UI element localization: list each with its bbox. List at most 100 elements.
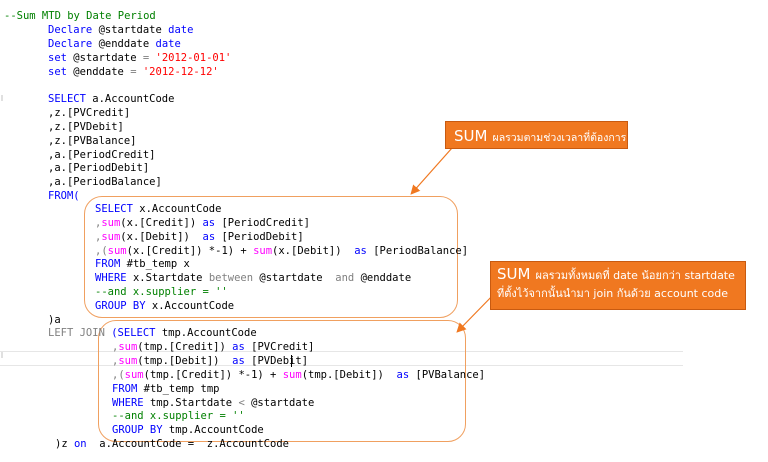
- punct: ,(: [112, 369, 125, 381]
- code-line: ,sum(x.[Credit]) as [PeriodCredit]: [95, 217, 310, 230]
- expr: (tmp.[Debit]): [301, 369, 384, 381]
- expr: tmp.Startdate: [149, 397, 233, 409]
- table: #tb_temp tmp: [143, 383, 220, 395]
- expr: (x.[Credit]): [120, 217, 197, 229]
- type: date: [168, 24, 194, 36]
- code-line: GROUP BY x.AccountCode: [95, 300, 234, 313]
- operator: =: [142, 52, 150, 64]
- variable: @enddate: [73, 66, 124, 78]
- expr: a.AccountCode =: [99, 438, 195, 450]
- keyword: set: [48, 52, 67, 64]
- code-line: ,a.[PeriodBalance]: [48, 176, 162, 188]
- keyword: WHERE: [95, 272, 127, 284]
- code-line: )z on a.AccountCode = z.AccountCode: [55, 438, 289, 451]
- code-line: Declare @startdate date: [48, 24, 193, 37]
- column: tmp.AccountCode: [168, 424, 264, 436]
- code-line: ,z.[PVCredit]: [48, 107, 131, 119]
- expr: z.AccountCode: [206, 438, 289, 450]
- operator: and: [335, 272, 355, 284]
- function: sum: [124, 369, 144, 381]
- variable: @startdate: [73, 52, 137, 64]
- operator: between: [208, 272, 254, 284]
- function: sum: [107, 245, 127, 257]
- alias: )z: [55, 438, 68, 450]
- code-line: FROM #tb_temp tmp: [112, 383, 219, 396]
- expr: (tmp.[Debit]): [137, 355, 220, 367]
- comment-text: --Sum MTD by Date Period: [4, 10, 156, 22]
- code-line: SELECT a.AccountCode: [48, 93, 174, 106]
- expr: (tmp.[Credit]): [137, 341, 226, 353]
- column: tmp.AccountCode: [161, 327, 257, 339]
- alias: [PVBalance]: [415, 369, 486, 381]
- keyword: Declare: [48, 38, 93, 50]
- keyword: (SELECT: [111, 327, 156, 339]
- keyword: as: [202, 217, 216, 229]
- code-line: LEFT JOIN (SELECT tmp.AccountCode: [48, 327, 257, 340]
- keyword: GROUP BY: [112, 424, 163, 436]
- function: sum: [101, 217, 121, 229]
- keyword: Declare: [48, 24, 93, 36]
- alias: [PVDebit]: [251, 355, 309, 367]
- code-line: ,(sum(x.[Credit]) *-1) + sum(x.[Debit]) …: [95, 245, 468, 258]
- code-line: ,sum(tmp.[Debit]) as [PVDebit]: [112, 355, 308, 368]
- code-line: Declare @enddate date: [48, 38, 181, 51]
- operator: <: [238, 397, 245, 409]
- function: sum: [118, 355, 138, 367]
- expr: (x.[Debit]): [120, 231, 190, 243]
- alias: [PeriodDebit]: [221, 231, 304, 243]
- code-line: WHERE x.Startdate between @startdate and…: [95, 272, 411, 285]
- code-line: FROM(: [48, 190, 80, 202]
- type: date: [155, 38, 181, 50]
- callout-lead: SUM: [497, 265, 531, 283]
- table: #tb_temp x: [126, 258, 190, 270]
- punct: ,(: [95, 245, 108, 257]
- alias: [PeriodBalance]: [373, 245, 469, 257]
- keyword: as: [396, 369, 410, 381]
- alias: [PVCredit]: [251, 341, 315, 353]
- keyword: GROUP BY: [95, 300, 146, 312]
- callout-lead: SUM: [454, 127, 488, 145]
- code-line: set @startdate = '2012-01-01': [48, 52, 231, 65]
- callout-pv: SUM ผลรวมทั้งหมดที่ date น้อยกว่า startd…: [490, 261, 746, 310]
- text-caret: [291, 355, 292, 367]
- variable: @startdate: [251, 397, 315, 409]
- code-line: ,a.[PeriodDebit]: [48, 162, 150, 174]
- variable: @enddate: [360, 272, 412, 284]
- keyword: as: [354, 245, 367, 257]
- code-line: SELECT x.AccountCode: [95, 203, 221, 216]
- code-line: --and x.supplier = '': [112, 410, 245, 422]
- callout-text: ผลรวมทั้งหมดที่ date น้อยกว่า startdate: [535, 269, 735, 282]
- sql-editor[interactable]: --Sum MTD by Date Period Declare @startd…: [0, 0, 768, 462]
- keyword: FROM: [95, 258, 121, 270]
- keyword: WHERE: [112, 397, 144, 409]
- alias: [PeriodCredit]: [221, 217, 310, 229]
- callout-mtd: SUM ผลรวมตามช่วงเวลาที่ต้องการ: [445, 121, 628, 149]
- expr: (x.[Credit]) *-1) +: [126, 245, 247, 257]
- code-line: ,sum(x.[Debit]) as [PeriodDebit]: [95, 231, 304, 244]
- code-line: ,a.[PeriodCredit]: [48, 149, 156, 161]
- code-line: WHERE tmp.Startdate < @startdate: [112, 397, 314, 410]
- code-line: ,(sum(tmp.[Credit]) *-1) + sum(tmp.[Debi…: [112, 369, 485, 382]
- code-line: GROUP BY tmp.AccountCode: [112, 424, 264, 437]
- keyword: as: [202, 231, 216, 243]
- variable: @startdate: [259, 272, 323, 284]
- code-line: FROM #tb_temp x: [95, 258, 190, 271]
- code-line: ,z.[PVBalance]: [48, 135, 137, 147]
- string-literal: '2012-12-12': [142, 66, 219, 78]
- column: x.AccountCode: [151, 300, 235, 312]
- expr: (x.[Debit]): [272, 245, 342, 257]
- keyword: SELECT: [48, 93, 86, 105]
- keyword: LEFT JOIN: [48, 327, 105, 339]
- keyword: as: [232, 355, 245, 367]
- keyword: on: [73, 438, 87, 450]
- function: sum: [253, 245, 273, 257]
- function: sum: [118, 341, 138, 353]
- keyword: FROM: [112, 383, 138, 395]
- operator: =: [130, 66, 137, 78]
- code-line: set @enddate = '2012-12-12': [48, 66, 219, 79]
- keyword: as: [232, 341, 245, 353]
- keyword: set: [48, 66, 67, 78]
- column: x.AccountCode: [139, 203, 222, 215]
- keyword: SELECT: [95, 203, 133, 215]
- gutter-marker: [1, 95, 3, 101]
